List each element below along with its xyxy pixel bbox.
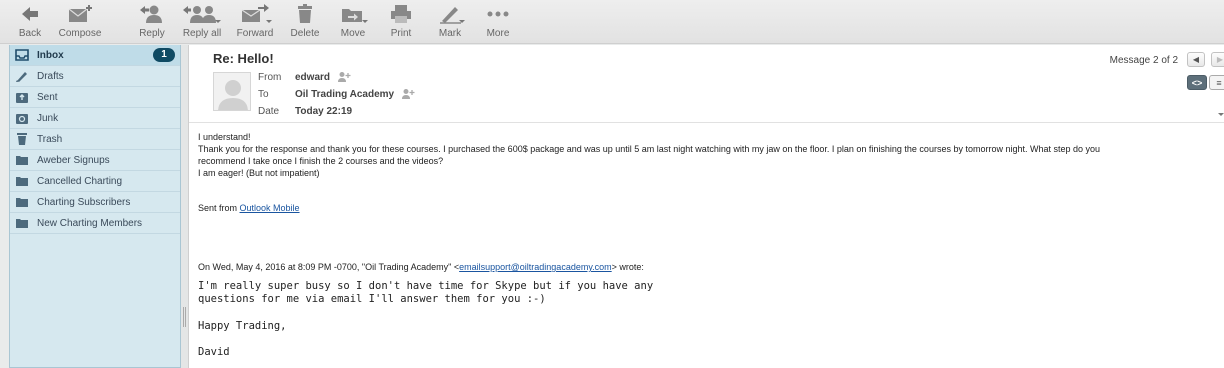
trash-icon [289,3,321,25]
body-line: I am eager! (But not impatient) [198,168,320,178]
pane-splitter[interactable] [181,45,188,368]
message-body: I understand! Thank you for the response… [198,131,1222,359]
forward-icon [237,3,273,25]
body-line: I understand! [198,132,251,142]
trash-icon [14,132,30,146]
recipient-name[interactable]: Oil Trading Academy [295,89,394,100]
unread-count-badge: 1 [153,48,175,62]
sidebar-item-new-charting-members[interactable]: New Charting Members [10,213,180,234]
chevron-down-icon [362,20,368,23]
folder-icon [14,174,30,188]
sidebar-item-aweber-signups[interactable]: Aweber Signups [10,150,180,171]
add-contact-icon[interactable] [401,88,415,100]
delete-button[interactable]: Delete [289,3,321,41]
message-date: Today 22:19 [295,105,353,117]
quote-header: On Wed, May 4, 2016 at 8:09 PM -0700, "O… [198,262,644,272]
add-contact-icon[interactable] [337,71,351,83]
sidebar-item-trash[interactable]: Trash [10,129,180,150]
toolbar: Back Compose Reply Reply all Forward Del… [0,0,1224,44]
folder-icon [14,153,30,167]
triangle-left-icon: ◀ [1192,55,1200,64]
compose-button[interactable]: Compose [58,3,102,41]
lines-icon: ≡ [1216,77,1222,88]
more-dots-icon [482,3,514,25]
splitter-grip-icon[interactable] [183,307,186,327]
plain-view-toggle[interactable]: ≡ [1209,75,1224,90]
code-icon: <> [1191,77,1203,88]
folder-icon [14,216,30,230]
printer-icon [385,3,417,25]
reply-icon [136,3,168,25]
folder-list: Inbox 1 Drafts Sent Junk Trash Aweber Si… [9,45,181,368]
more-button[interactable]: More [482,3,514,41]
chevron-down-icon [459,20,465,23]
sidebar-item-inbox[interactable]: Inbox 1 [10,45,180,66]
message-header: Re: Hello! From edward To Oil Trading Ac… [189,45,1224,123]
message-view: Re: Hello! From edward To Oil Trading Ac… [188,45,1224,368]
next-message-button[interactable]: ▶ [1211,52,1224,67]
reply-all-icon [182,3,222,25]
move-button[interactable]: Move [336,3,370,41]
body-line: recommend I take once I finish the 2 cou… [198,156,444,166]
triangle-right-icon: ▶ [1216,55,1224,64]
quoted-line: Happy Trading, [198,320,287,332]
message-counter: Message 2 of 2 [1109,55,1178,66]
sidebar-item-sent[interactable]: Sent [10,87,180,108]
quoted-line: questions for me via email I'll answer t… [198,293,546,305]
sender-email-link[interactable]: emailsupport@oiltradingacademy.com [459,262,612,272]
sidebar-item-junk[interactable]: Junk [10,108,180,129]
html-view-toggle[interactable]: <> [1187,75,1207,90]
quoted-line: David [198,346,230,358]
message-subject: Re: Hello! [213,51,274,66]
folder-icon [14,195,30,209]
forward-button[interactable]: Forward [236,3,274,41]
sidebar-item-cancelled-charting[interactable]: Cancelled Charting [10,171,180,192]
from-row: From edward [258,70,351,84]
sent-from-line: Sent from Outlook Mobile [198,203,300,213]
sidebar-item-charting-subscribers[interactable]: Charting Subscribers [10,192,180,213]
chevron-down-icon [266,20,272,23]
chevron-down-icon[interactable] [1218,113,1224,116]
back-button[interactable]: Back [14,3,46,41]
mark-pen-icon [434,3,466,25]
junk-icon [14,111,30,125]
pencil-icon [14,69,30,83]
mark-button[interactable]: Mark [434,3,466,41]
reply-all-button[interactable]: Reply all [180,3,224,41]
move-folder-icon [337,3,369,25]
body-line: Thank you for the response and thank you… [198,144,1101,154]
print-button[interactable]: Print [385,3,417,41]
quoted-line: I'm really super busy so I don't have ti… [198,280,654,292]
sidebar-item-drafts[interactable]: Drafts [10,66,180,87]
back-arrow-icon [14,3,46,25]
sent-icon [14,90,30,104]
outlook-mobile-link[interactable]: Outlook Mobile [240,203,300,213]
to-row: To Oil Trading Academy [258,87,415,101]
inbox-icon [14,48,30,62]
reply-button[interactable]: Reply [136,3,168,41]
avatar [213,72,251,111]
chevron-down-icon [215,20,221,23]
date-row: Date Today 22:19 [258,105,353,117]
prev-message-button[interactable]: ◀ [1187,52,1205,67]
compose-icon [64,3,96,25]
sender-name[interactable]: edward [295,72,330,83]
